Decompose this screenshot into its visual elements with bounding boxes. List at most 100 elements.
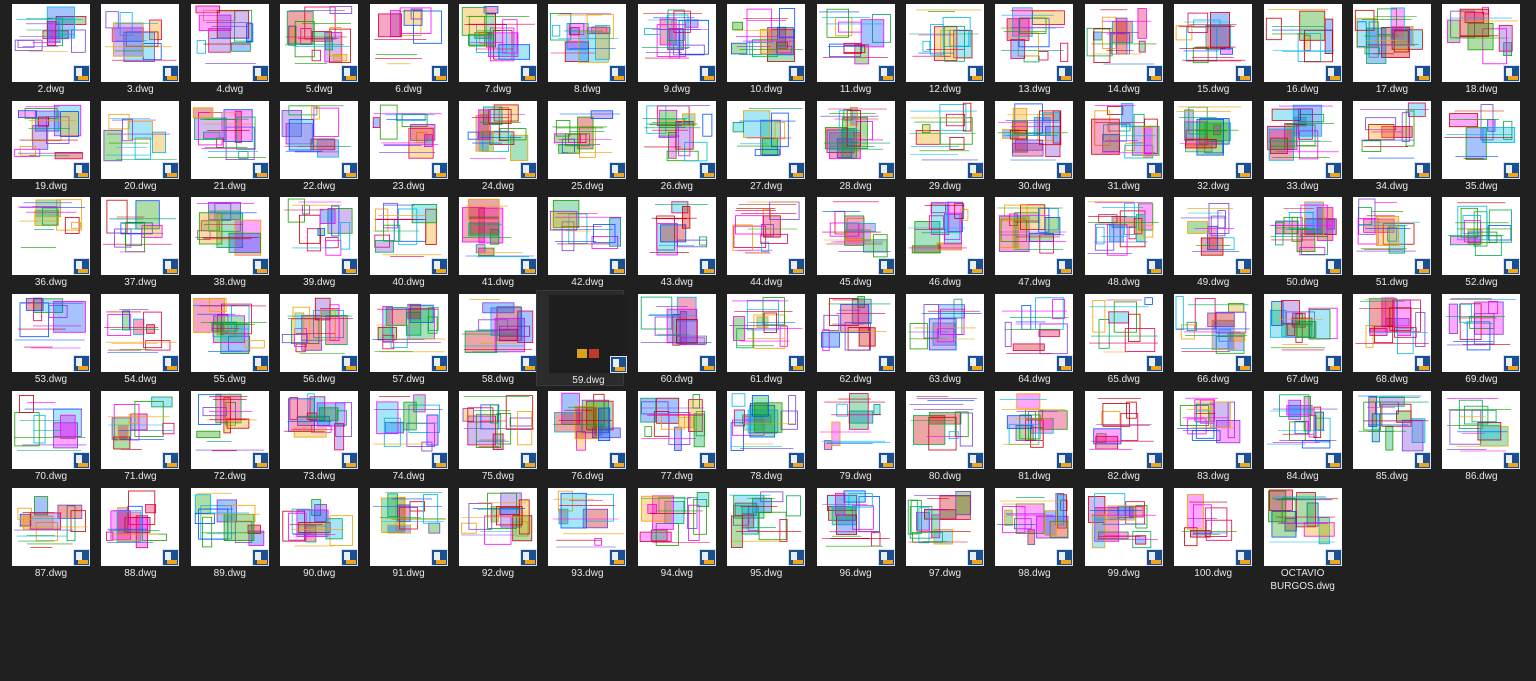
file-item[interactable]: 73.dwg [268,387,359,483]
file-item[interactable]: 85.dwg [1341,387,1431,483]
file-item[interactable]: 40.dwg [358,193,448,289]
file-item[interactable]: 48.dwg [1073,193,1163,289]
file-item[interactable]: 45.dwg [805,193,895,289]
file-item[interactable]: 97.dwg [894,484,984,580]
file-item[interactable]: 62.dwg [805,290,895,386]
file-item[interactable]: 94.dwg [626,484,716,580]
file-item[interactable]: 28.dwg [805,97,895,193]
file-item[interactable]: 22.dwg [268,97,359,193]
file-item[interactable]: 69.dwg [1430,290,1521,386]
file-item[interactable]: 96.dwg [805,484,895,580]
file-item[interactable]: 80.dwg [894,387,984,483]
file-item[interactable]: 5.dwg [268,0,359,96]
file-item[interactable]: 79.dwg [805,387,895,483]
file-item[interactable]: 17.dwg [1341,0,1431,96]
file-item[interactable]: 50.dwg [1252,193,1342,289]
file-item[interactable]: 74.dwg [358,387,448,483]
file-item[interactable]: 9.dwg [626,0,716,96]
file-item[interactable]: 43.dwg [626,193,716,289]
file-item[interactable]: 67.dwg [1252,290,1342,386]
file-item[interactable]: 32.dwg [1162,97,1253,193]
file-item[interactable]: 61.dwg [715,290,806,386]
file-item[interactable]: 54.dwg [89,290,180,386]
file-item[interactable]: 31.dwg [1073,97,1163,193]
file-item[interactable]: 95.dwg [715,484,806,580]
file-item[interactable]: 89.dwg [179,484,269,580]
file-item[interactable]: 38.dwg [179,193,269,289]
file-item[interactable]: 47.dwg [983,193,1074,289]
file-item[interactable]: 29.dwg [894,97,984,193]
file-item[interactable]: 92.dwg [447,484,537,580]
file-item[interactable]: 39.dwg [268,193,359,289]
file-item[interactable]: 33.dwg [1252,97,1342,193]
file-item[interactable]: 27.dwg [715,97,806,193]
file-item[interactable]: 19.dwg [0,97,90,193]
file-item[interactable]: 18.dwg [1430,0,1521,96]
file-item[interactable]: 57.dwg [358,290,448,386]
file-item[interactable]: 93.dwg [536,484,627,580]
file-item[interactable]: 36.dwg [0,193,90,289]
file-item[interactable]: 53.dwg [0,290,90,386]
file-item[interactable]: 59.dwg [536,290,628,387]
file-item[interactable]: 51.dwg [1341,193,1431,289]
file-item[interactable]: 46.dwg [894,193,984,289]
file-item[interactable]: 25.dwg [536,97,627,193]
file-item[interactable]: 41.dwg [447,193,537,289]
file-item[interactable]: 52.dwg [1430,193,1521,289]
file-item[interactable]: 83.dwg [1162,387,1253,483]
file-item[interactable]: 37.dwg [89,193,180,289]
file-item[interactable]: 35.dwg [1430,97,1521,193]
file-item[interactable]: 75.dwg [447,387,537,483]
file-item[interactable]: 21.dwg [179,97,269,193]
file-item[interactable]: 91.dwg [358,484,448,580]
file-item[interactable]: 3.dwg [89,0,180,96]
file-item[interactable]: 24.dwg [447,97,537,193]
file-item[interactable]: 12.dwg [894,0,984,96]
file-item[interactable]: 84.dwg [1252,387,1342,483]
file-item[interactable]: 34.dwg [1341,97,1431,193]
file-item[interactable]: 78.dwg [715,387,806,483]
file-item[interactable]: 49.dwg [1162,193,1253,289]
file-item[interactable]: 26.dwg [626,97,716,193]
file-item[interactable]: 13.dwg [983,0,1074,96]
file-item[interactable]: 20.dwg [89,97,180,193]
file-item[interactable]: 66.dwg [1162,290,1253,386]
file-item[interactable]: 82.dwg [1073,387,1163,483]
file-item[interactable]: 2.dwg [0,0,90,96]
file-item[interactable]: 68.dwg [1341,290,1431,386]
file-item[interactable]: 72.dwg [179,387,269,483]
file-item[interactable]: 88.dwg [89,484,180,580]
file-item[interactable]: 23.dwg [358,97,448,193]
file-item[interactable]: 4.dwg [179,0,269,96]
file-item[interactable]: 64.dwg [983,290,1074,386]
file-item[interactable]: 6.dwg [358,0,448,96]
file-item[interactable]: 86.dwg [1430,387,1521,483]
file-item[interactable]: 77.dwg [626,387,716,483]
file-item[interactable]: 8.dwg [536,0,627,96]
file-item[interactable]: 10.dwg [715,0,806,96]
file-item[interactable]: 44.dwg [715,193,806,289]
file-item[interactable]: 56.dwg [268,290,359,386]
file-item[interactable]: 7.dwg [447,0,537,96]
file-item[interactable]: 14.dwg [1073,0,1163,96]
file-item[interactable]: 100.dwg [1162,484,1253,580]
file-item[interactable]: 76.dwg [536,387,627,483]
file-item[interactable]: 71.dwg [89,387,180,483]
file-item[interactable]: 81.dwg [983,387,1074,483]
file-item[interactable]: 58.dwg [447,290,537,386]
file-item[interactable]: 87.dwg [0,484,90,580]
file-item[interactable]: 98.dwg [983,484,1074,580]
file-item[interactable]: 55.dwg [179,290,269,386]
file-item[interactable]: 70.dwg [0,387,90,483]
file-item[interactable]: 63.dwg [894,290,984,386]
file-item[interactable]: 11.dwg [805,0,895,96]
file-item[interactable]: 99.dwg [1073,484,1163,580]
file-item[interactable]: 30.dwg [983,97,1074,193]
file-item[interactable]: 90.dwg [268,484,359,580]
file-item[interactable]: 65.dwg [1073,290,1163,386]
file-item[interactable]: OCTAVIO BURGOS.dwg [1252,484,1342,592]
file-item[interactable]: 42.dwg [536,193,627,289]
file-item[interactable]: 16.dwg [1252,0,1342,96]
file-item[interactable]: 60.dwg [626,290,716,386]
file-item[interactable]: 15.dwg [1162,0,1253,96]
